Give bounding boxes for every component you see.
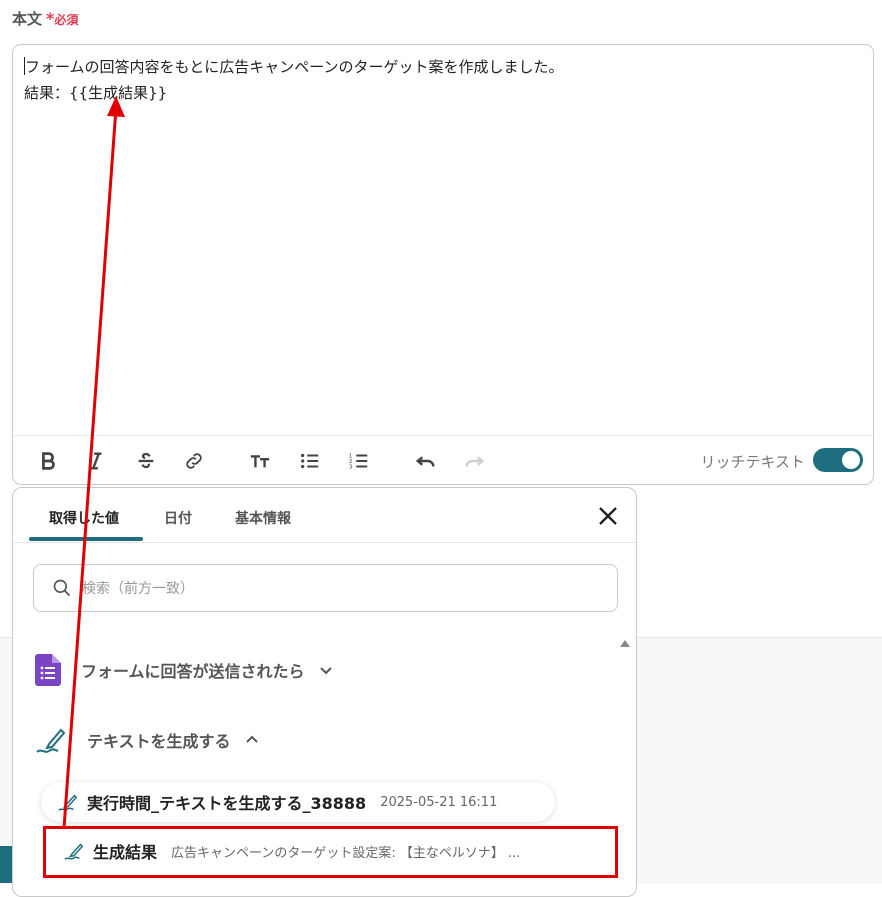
background-teal-edge (0, 846, 12, 883)
tab-acquired-values[interactable]: 取得した値 (49, 508, 119, 528)
chevron-up-icon (245, 735, 258, 743)
tab-basic-info[interactable]: 基本情報 (235, 508, 291, 528)
toggle-knob (842, 451, 860, 469)
editor-content[interactable]: フォームの回答内容をもとに広告キャンペーンのターゲット案を作成しました。 結果：… (24, 54, 564, 106)
editor-toolbar: 123 リッチテキスト (13, 435, 873, 486)
redo-icon[interactable] (461, 448, 487, 474)
italic-icon[interactable] (83, 448, 109, 474)
chevron-down-icon (319, 667, 332, 675)
value-item-preview: 2025-05-21 16:11 (380, 794, 498, 810)
ai-pen-icon (36, 728, 66, 753)
required-text: 必須 (54, 13, 79, 27)
svg-text:3: 3 (349, 464, 353, 470)
field-label-text: 本文 (12, 10, 43, 28)
active-tab-indicator (29, 537, 143, 541)
link-icon[interactable] (181, 448, 207, 474)
scroll-up-arrow[interactable] (620, 640, 630, 647)
text-size-icon[interactable] (247, 448, 273, 474)
rich-text-label: リッチテキスト (700, 453, 805, 471)
group-form-submitted[interactable]: フォームに回答が送信されたら (35, 650, 333, 690)
google-forms-icon (35, 654, 61, 686)
editor-line-1-text: フォームの回答内容をもとに広告キャンペーンのターゲット案を作成しました。 (25, 58, 564, 76)
field-label: 本文 *必須 (12, 8, 78, 29)
numbered-list-icon[interactable]: 123 (346, 448, 372, 474)
search-icon (53, 579, 71, 597)
search-input[interactable] (80, 565, 604, 613)
popover-tabs: 取得した値 日付 基本情報 (13, 488, 636, 543)
body-editor[interactable]: フォームの回答内容をもとに広告キャンペーンのターゲット案を作成しました。 結果：… (12, 44, 874, 485)
strikethrough-icon[interactable] (133, 448, 159, 474)
group-form-submitted-label: フォームに回答が送信されたら (81, 662, 305, 681)
group-generate-text-label: テキストを生成する (87, 732, 231, 751)
annotation-highlight-box (43, 826, 618, 878)
ai-pen-icon (58, 794, 78, 811)
undo-icon[interactable] (413, 448, 439, 474)
bullet-list-icon[interactable] (297, 448, 323, 474)
rich-text-toggle[interactable] (813, 448, 863, 472)
value-item-name: 実行時間_テキストを生成する_38888 (87, 794, 367, 813)
tab-date[interactable]: 日付 (164, 508, 192, 528)
editor-line-2: 結果：{{生成結果}} (24, 84, 168, 102)
group-generate-text[interactable]: テキストを生成する (35, 720, 259, 760)
bold-icon[interactable] (35, 448, 61, 474)
close-icon[interactable] (596, 504, 620, 528)
search-box (33, 564, 618, 613)
editor-line-1: フォームの回答内容をもとに広告キャンペーンのターゲット案を作成しました。 (24, 54, 564, 80)
value-item-execution-time[interactable]: 実行時間_テキストを生成する_38888 2025-05-21 16:11 (41, 782, 555, 822)
